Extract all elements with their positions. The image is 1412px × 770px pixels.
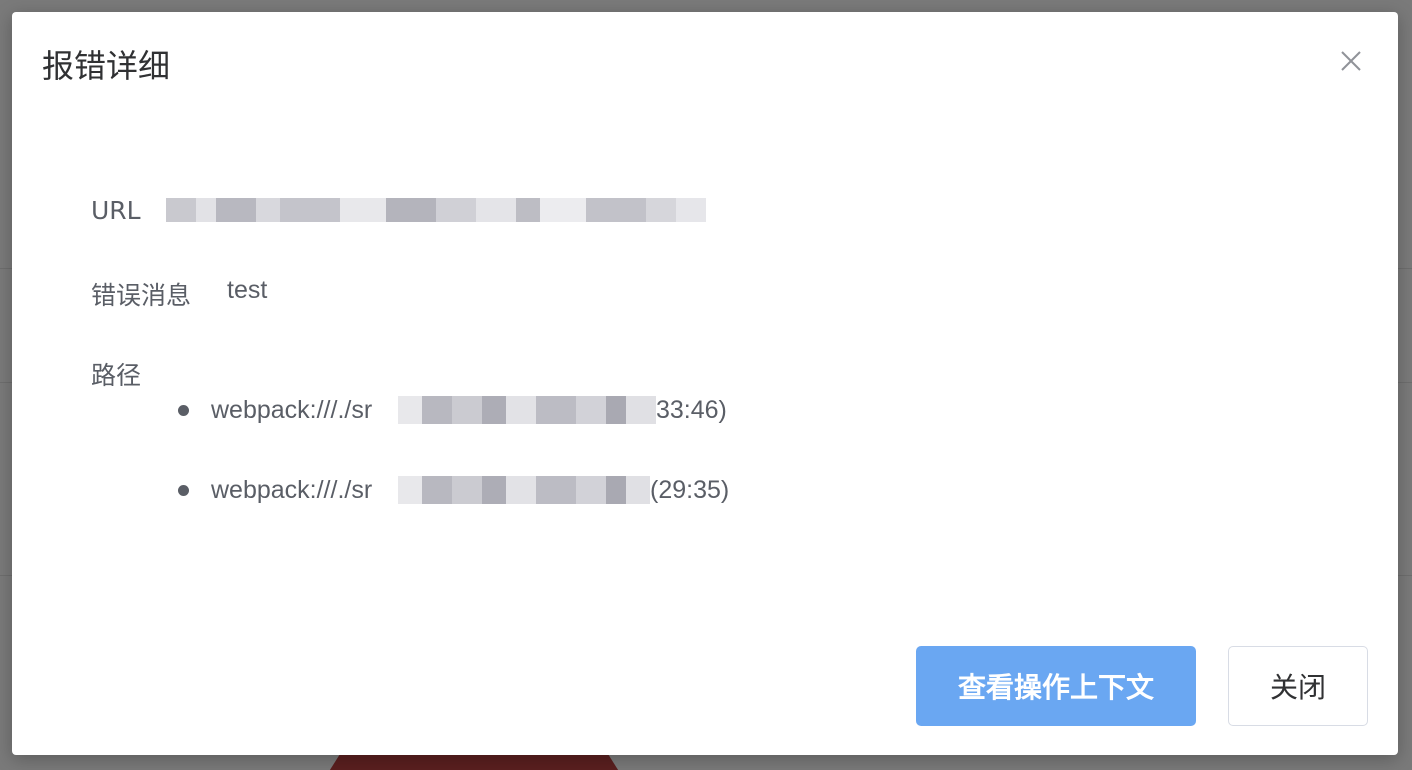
error-detail-dialog: 报错详细 URL 错误消息 test 路径 webpack:///./sr 33… [12, 12, 1398, 755]
path-label: 路径 [91, 361, 142, 390]
error-message-label: 错误消息 [91, 281, 192, 310]
redacted-url [166, 198, 706, 222]
redacted-path [398, 396, 656, 424]
view-context-button[interactable]: 查看操作上下文 [916, 646, 1196, 726]
dialog-title: 报错详细 [42, 47, 171, 85]
stack-trace-prefix: webpack:///./sr [211, 396, 373, 424]
redacted-path [398, 476, 656, 504]
stack-trace-prefix: webpack:///./sr [211, 476, 373, 504]
close-button[interactable] [1336, 46, 1366, 76]
stack-trace-location: 33:46) [656, 396, 727, 424]
close-dialog-button[interactable]: 关闭 [1228, 646, 1368, 726]
close-icon [1341, 51, 1361, 71]
error-message-value: test [227, 276, 268, 304]
url-label: URL [91, 196, 141, 225]
bullet-icon [178, 405, 189, 416]
bullet-icon [178, 485, 189, 496]
stack-trace-location: (29:35) [650, 476, 730, 504]
